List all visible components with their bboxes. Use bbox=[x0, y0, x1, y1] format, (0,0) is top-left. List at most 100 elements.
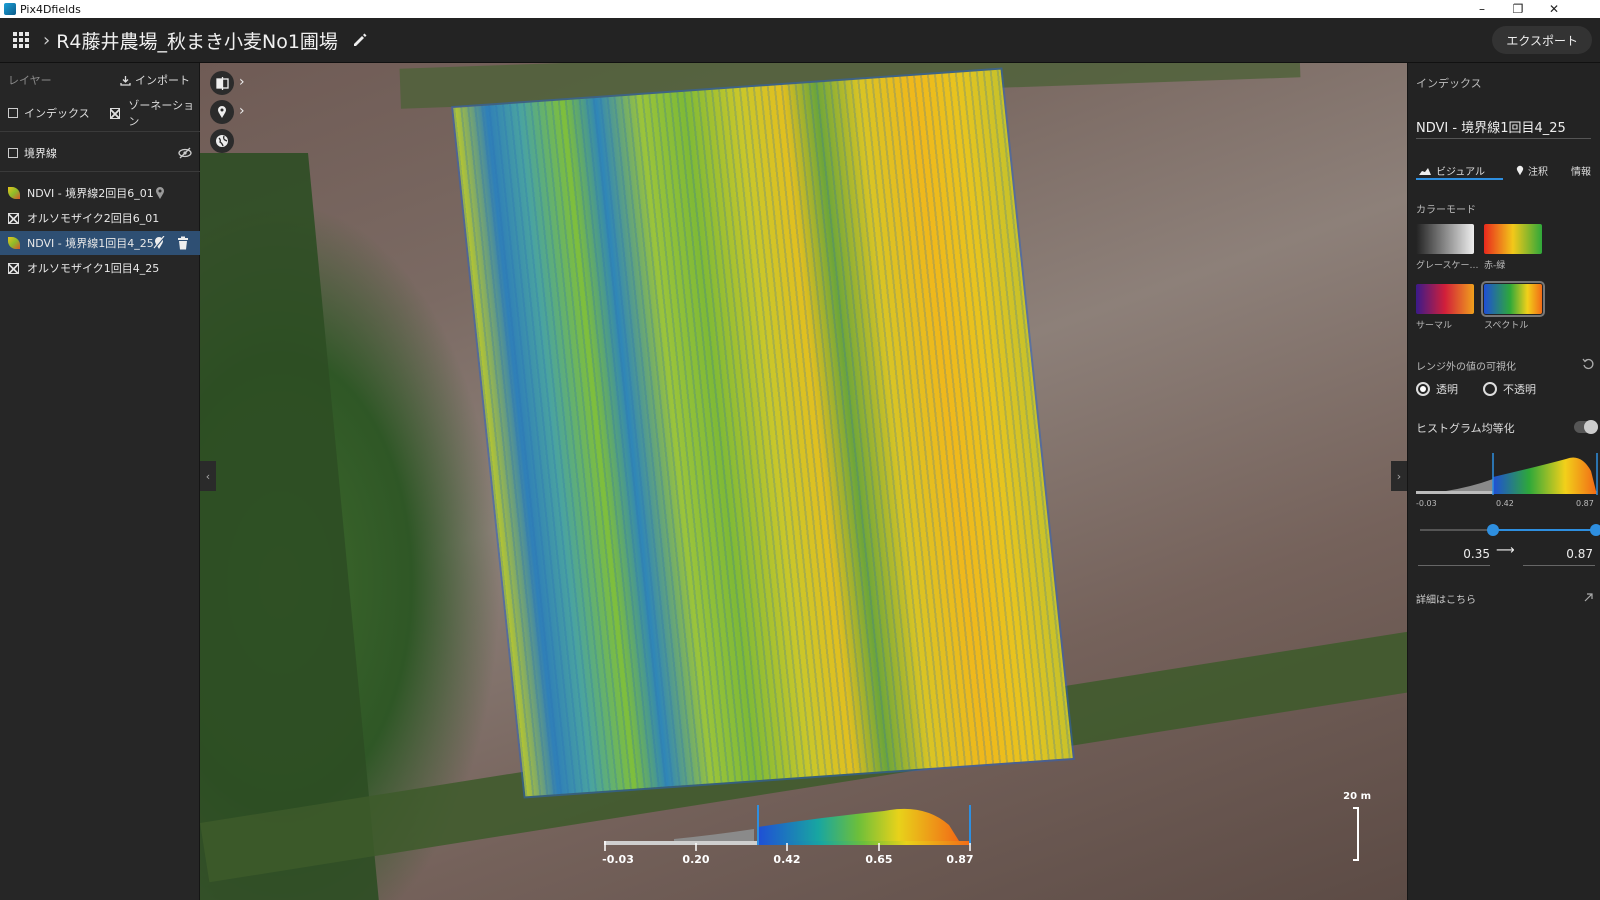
orthomosaic-icon bbox=[8, 262, 19, 274]
layers-panel: レイヤー インポート インデックス ゾーネーション 境界線 NDVI - 境界線… bbox=[0, 63, 200, 900]
location-pin-icon bbox=[1516, 165, 1524, 176]
radio-transparent[interactable]: 透明 bbox=[1416, 381, 1458, 397]
swatch-label: スペクトル bbox=[1484, 321, 1529, 331]
range-slider-min-handle[interactable] bbox=[1487, 524, 1499, 536]
index-name[interactable]: NDVI - 境界線1回目4_25 bbox=[1416, 117, 1566, 136]
compare-icon bbox=[215, 76, 229, 90]
histogram-equalization-toggle[interactable] bbox=[1574, 420, 1598, 434]
layers-heading: レイヤー bbox=[8, 74, 52, 87]
breadcrumb-chevron-icon: › bbox=[43, 29, 51, 51]
radio-opaque[interactable]: 不透明 bbox=[1483, 381, 1536, 397]
export-button[interactable]: エクスポート bbox=[1492, 26, 1592, 54]
range-slider-max-handle[interactable] bbox=[1590, 524, 1600, 536]
swatch-label: 赤-緑 bbox=[1484, 261, 1506, 271]
location-pin-icon[interactable] bbox=[155, 186, 165, 200]
zonation-label: ゾーネーション bbox=[128, 99, 195, 128]
legend-tick: 0.42 bbox=[773, 853, 801, 866]
swatch-grayscale[interactable] bbox=[1416, 224, 1474, 254]
globe-icon bbox=[216, 135, 228, 147]
delete-trash-icon[interactable] bbox=[177, 236, 189, 250]
scale-line bbox=[1353, 807, 1359, 861]
app-name: Pix4Dfields bbox=[20, 2, 81, 16]
ndvi-leaf-icon bbox=[8, 237, 20, 249]
annotation-tool-button[interactable] bbox=[210, 100, 234, 124]
radio-transparent-indicator bbox=[1416, 382, 1430, 396]
window-titlebar: Pix4Dfields – ❐ ✕ bbox=[0, 0, 1600, 18]
hist-tick: 0.42 bbox=[1496, 499, 1514, 508]
add-index-label: インデックス bbox=[24, 107, 90, 120]
panel-heading: インデックス bbox=[1416, 77, 1482, 90]
project-title: R4藤井農場_秋まき小麦No1圃場 bbox=[56, 30, 338, 53]
restore-button[interactable]: ❐ bbox=[1500, 0, 1536, 18]
import-button[interactable]: インポート bbox=[120, 72, 190, 88]
out-of-range-heading: レンジ外の値の可視化 bbox=[1416, 362, 1516, 373]
external-link-icon[interactable] bbox=[1584, 593, 1593, 602]
apps-grid-icon[interactable] bbox=[13, 32, 29, 48]
range-max-input[interactable]: 0.87 bbox=[1548, 547, 1593, 561]
swatch-label: サーマル bbox=[1416, 321, 1453, 331]
active-tab-indicator bbox=[1416, 178, 1503, 180]
histogram-equalization-label: ヒストグラム均等化 bbox=[1416, 422, 1515, 435]
layer-item[interactable]: NDVI - 境界線2回目6_01 bbox=[0, 181, 200, 205]
legend-tick: 0.20 bbox=[682, 853, 710, 866]
layer-name: NDVI - 境界線1回目4_25 bbox=[27, 237, 154, 250]
learn-more-link[interactable]: 詳細はこちら bbox=[1416, 591, 1476, 606]
visibility-off-icon[interactable] bbox=[178, 147, 192, 159]
boundary-layer-row[interactable]: 境界線 bbox=[0, 141, 200, 165]
index-properties-panel: インデックス NDVI - 境界線1回目4_25 ビジュアル 注釈 情報 カラー… bbox=[1407, 63, 1600, 900]
boundary-icon bbox=[8, 148, 18, 158]
tab-visual[interactable]: ビジュアル bbox=[1418, 163, 1485, 178]
layer-item[interactable]: オルソモザイク1回目4_25 bbox=[0, 256, 200, 280]
tab-info[interactable]: 情報 bbox=[1571, 163, 1591, 178]
compare-view-button[interactable] bbox=[210, 71, 234, 95]
collapse-left-panel-button[interactable]: ‹ bbox=[200, 461, 216, 491]
range-arrow-icon: ⟶ bbox=[1496, 543, 1515, 558]
range-histogram bbox=[1416, 453, 1598, 495]
scale-bar: 20 m bbox=[1337, 791, 1377, 871]
radio-transparent-label: 透明 bbox=[1436, 383, 1458, 396]
tab-annotation-label: 注釈 bbox=[1528, 167, 1548, 178]
layer-item[interactable]: オルソモザイク2回目6_01 bbox=[0, 206, 200, 230]
import-label: インポート bbox=[135, 74, 190, 87]
ndvi-field-overlay[interactable] bbox=[453, 69, 1073, 797]
collapse-right-panel-button[interactable]: › bbox=[1391, 461, 1407, 491]
edit-pencil-icon[interactable] bbox=[352, 32, 368, 48]
annotation-expand-chevron-icon[interactable]: › bbox=[239, 103, 245, 119]
zonation-button[interactable]: ゾーネーション bbox=[110, 97, 200, 129]
swatch-thermal[interactable] bbox=[1416, 284, 1474, 314]
range-min-input[interactable]: 0.35 bbox=[1448, 547, 1490, 561]
range-slider-fill bbox=[1492, 529, 1596, 531]
range-slider-track[interactable] bbox=[1420, 524, 1600, 536]
app-logo-icon bbox=[4, 3, 16, 15]
ndvi-leaf-icon bbox=[8, 187, 20, 199]
swatch-red-green[interactable] bbox=[1484, 224, 1542, 254]
app-header: › R4藤井農場_秋まき小麦No1圃場 エクスポート bbox=[0, 18, 1600, 63]
swatch-spectral-selected[interactable] bbox=[1481, 281, 1545, 317]
compare-expand-chevron-icon[interactable]: › bbox=[239, 74, 245, 90]
add-index-button[interactable]: インデックス bbox=[8, 105, 90, 121]
basemap-button[interactable] bbox=[210, 129, 234, 153]
legend-tick: 0.65 bbox=[865, 853, 893, 866]
color-mode-heading: カラーモード bbox=[1416, 205, 1476, 216]
minimize-button[interactable]: – bbox=[1464, 0, 1500, 18]
legend-tick: -0.03 bbox=[602, 853, 634, 866]
close-button[interactable]: ✕ bbox=[1536, 0, 1572, 18]
layer-item-selected[interactable]: NDVI - 境界線1回目4_25 bbox=[0, 231, 200, 255]
location-off-icon[interactable] bbox=[153, 236, 165, 250]
ndvi-legend: -0.03 0.20 0.42 0.65 0.87 bbox=[602, 805, 974, 873]
orthomosaic-icon bbox=[8, 212, 19, 224]
index-icon bbox=[8, 108, 18, 118]
zonation-icon bbox=[110, 107, 121, 119]
layer-name: オルソモザイク2回目6_01 bbox=[27, 212, 160, 225]
layer-name: NDVI - 境界線2回目6_01 bbox=[27, 187, 154, 200]
radio-opaque-label: 不透明 bbox=[1503, 383, 1536, 396]
boundary-label: 境界線 bbox=[24, 147, 57, 160]
histogram-icon bbox=[1419, 167, 1431, 175]
map-view[interactable]: › › ‹ › 20 m bbox=[200, 63, 1407, 900]
legend-histogram bbox=[604, 805, 971, 851]
reset-icon[interactable] bbox=[1582, 358, 1594, 370]
radio-opaque-indicator bbox=[1483, 382, 1497, 396]
hist-tick: 0.87 bbox=[1576, 499, 1594, 508]
hist-tick: -0.03 bbox=[1416, 499, 1437, 508]
tab-annotation[interactable]: 注釈 bbox=[1516, 163, 1548, 178]
